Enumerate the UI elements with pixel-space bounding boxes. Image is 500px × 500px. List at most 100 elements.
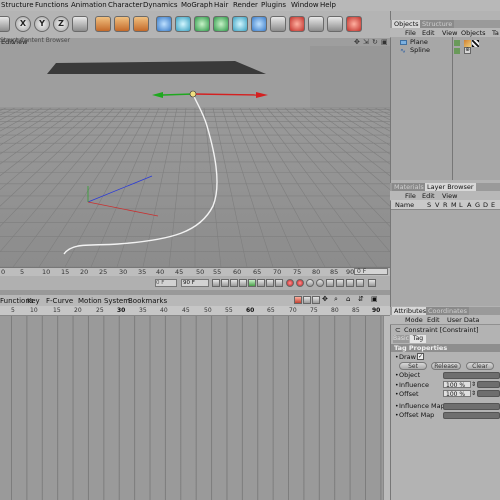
zoom-icon[interactable]: ⇲ <box>363 38 369 46</box>
offset-map-field[interactable] <box>443 412 500 419</box>
object-link-field[interactable] <box>443 372 500 379</box>
visibility-dots-icon[interactable] <box>454 48 460 54</box>
position-key-icon[interactable] <box>316 279 324 287</box>
undo-icon[interactable] <box>0 16 10 32</box>
fcurve-mode-icon[interactable] <box>303 296 311 304</box>
scale-key-icon[interactable] <box>326 279 334 287</box>
constraint-tag-icon[interactable]: ⊕ <box>464 47 471 54</box>
record-key-icon[interactable] <box>286 279 294 287</box>
menu-functions[interactable]: Functions <box>35 1 68 9</box>
attr-menu-edit[interactable]: Edit <box>427 316 440 324</box>
y-axis-icon[interactable]: Y <box>34 16 50 32</box>
layer-col-l[interactable]: L <box>459 201 463 209</box>
maximize-icon[interactable]: ▣ <box>381 38 388 46</box>
prev-key-icon[interactable] <box>221 279 229 287</box>
obj-menu-file[interactable]: File <box>405 29 416 37</box>
parameter-key-icon[interactable] <box>346 279 354 287</box>
current-frame-field[interactable]: 0 F <box>354 268 388 275</box>
obj-menu-edit[interactable]: Edit <box>422 29 435 37</box>
layer-col-m[interactable]: M <box>451 201 457 209</box>
tab-layer-browser[interactable]: Layer Browser <box>425 183 476 191</box>
attr-menu-mode[interactable]: Mode <box>405 316 423 324</box>
z-axis-icon[interactable]: Z <box>53 16 69 32</box>
search-icon[interactable]: ⌕ <box>334 295 338 304</box>
deformer-icon[interactable] <box>213 16 229 32</box>
layer-col-v[interactable]: V <box>435 201 439 209</box>
menu-bookmarks[interactable]: Bookmarks <box>128 297 167 305</box>
obj-menu-view[interactable]: View <box>442 29 457 37</box>
menu-help[interactable]: Help <box>320 1 336 9</box>
layer-col-r[interactable]: R <box>443 201 448 209</box>
cube-icon[interactable] <box>156 16 172 32</box>
tab-attributes[interactable]: Attributes <box>392 307 429 315</box>
3d-viewport[interactable] <box>0 46 390 267</box>
subtab-tag[interactable]: Tag <box>410 335 426 343</box>
layer-col-d[interactable]: D <box>483 201 488 209</box>
pan-icon[interactable]: ✥ <box>322 295 328 303</box>
object-row-spline[interactable]: ∿ Spline ⊕ <box>391 46 500 55</box>
snap-icon[interactable] <box>308 16 324 32</box>
menu-mograph[interactable]: MoGraph <box>181 1 213 9</box>
offset-slider[interactable] <box>477 390 500 397</box>
influence-slider[interactable] <box>477 381 500 388</box>
tab-structure[interactable]: Structure <box>420 20 455 28</box>
stepper-icon[interactable]: ⇕ <box>471 381 476 388</box>
influence-input[interactable]: 100 % <box>443 381 471 389</box>
menu-plugins[interactable]: Plugins <box>261 1 286 9</box>
gizmo-center-handle[interactable] <box>189 90 197 98</box>
tab-objects[interactable]: Objects <box>392 20 421 28</box>
split-icon[interactable]: ⇵ <box>358 295 364 303</box>
set-button[interactable]: Set <box>399 362 427 370</box>
play-backward-icon[interactable] <box>239 279 247 287</box>
attr-menu-user-data[interactable]: User Data <box>447 316 479 324</box>
gizmo-x-axis[interactable] <box>192 93 257 96</box>
panel-layout-icon[interactable] <box>327 16 343 32</box>
move-icon[interactable] <box>289 16 305 32</box>
menu-key[interactable]: Key <box>27 297 40 305</box>
release-button[interactable]: Release <box>431 362 461 370</box>
pan-icon[interactable]: ✥ <box>354 38 360 46</box>
coordinate-system-icon[interactable] <box>72 16 88 32</box>
rotation-key-icon[interactable] <box>336 279 344 287</box>
obj-menu-tags[interactable]: Ta <box>492 29 499 37</box>
obj-menu-objects[interactable]: Objects <box>461 29 486 37</box>
next-key-icon[interactable] <box>266 279 274 287</box>
tab-materials[interactable]: Materials <box>392 183 426 191</box>
next-frame-icon[interactable] <box>257 279 265 287</box>
clear-button[interactable]: Clear <box>466 362 494 370</box>
menu-dynamics[interactable]: Dynamics <box>143 1 178 9</box>
motion-mode-icon[interactable] <box>312 296 320 304</box>
pla-key-icon[interactable] <box>356 279 364 287</box>
layer-col-a[interactable]: A <box>467 201 471 209</box>
tab-coordinates[interactable]: Coordinates <box>426 307 470 315</box>
layer-menu-edit[interactable]: Edit <box>422 192 435 200</box>
timeline-editor-ruler[interactable]: 5 10 15 20 25 30 35 40 45 50 55 60 65 70… <box>0 306 390 316</box>
keyframe-selection-icon[interactable] <box>306 279 314 287</box>
rotate-icon[interactable]: ↻ <box>372 38 378 46</box>
offset-input[interactable]: 100 % <box>443 390 471 398</box>
layer-menu-file[interactable]: File <box>405 192 416 200</box>
layer-list[interactable] <box>391 210 500 306</box>
menu-character[interactable]: Character <box>108 1 143 9</box>
tab-content-browser[interactable]: Content Browser <box>20 37 70 44</box>
go-to-start-icon[interactable] <box>212 279 220 287</box>
scene-icon[interactable] <box>232 16 248 32</box>
render-region-icon[interactable] <box>114 16 130 32</box>
menu-motion-system[interactable]: Motion System <box>78 297 130 305</box>
object-tree-divider[interactable] <box>452 37 453 180</box>
subtab-basic[interactable]: Basic <box>393 335 409 343</box>
render-view-icon[interactable] <box>95 16 111 32</box>
home-icon[interactable]: ⌂ <box>346 295 350 303</box>
timeline-key-area[interactable] <box>0 316 390 500</box>
menu-animation[interactable]: Animation <box>71 1 107 9</box>
key-mode-icon[interactable] <box>294 296 302 304</box>
layer-col-e[interactable]: E <box>491 201 495 209</box>
maximize-icon[interactable]: ▣ <box>371 295 378 303</box>
menu-f-curve[interactable]: F-Curve <box>46 297 73 305</box>
gizmo-y-axis[interactable] <box>162 93 194 96</box>
camera-icon[interactable] <box>270 16 286 32</box>
light-icon[interactable] <box>251 16 267 32</box>
playback-options-icon[interactable] <box>368 279 376 287</box>
menu-structure[interactable]: Structure <box>1 1 34 9</box>
menu-render[interactable]: Render <box>233 1 258 9</box>
